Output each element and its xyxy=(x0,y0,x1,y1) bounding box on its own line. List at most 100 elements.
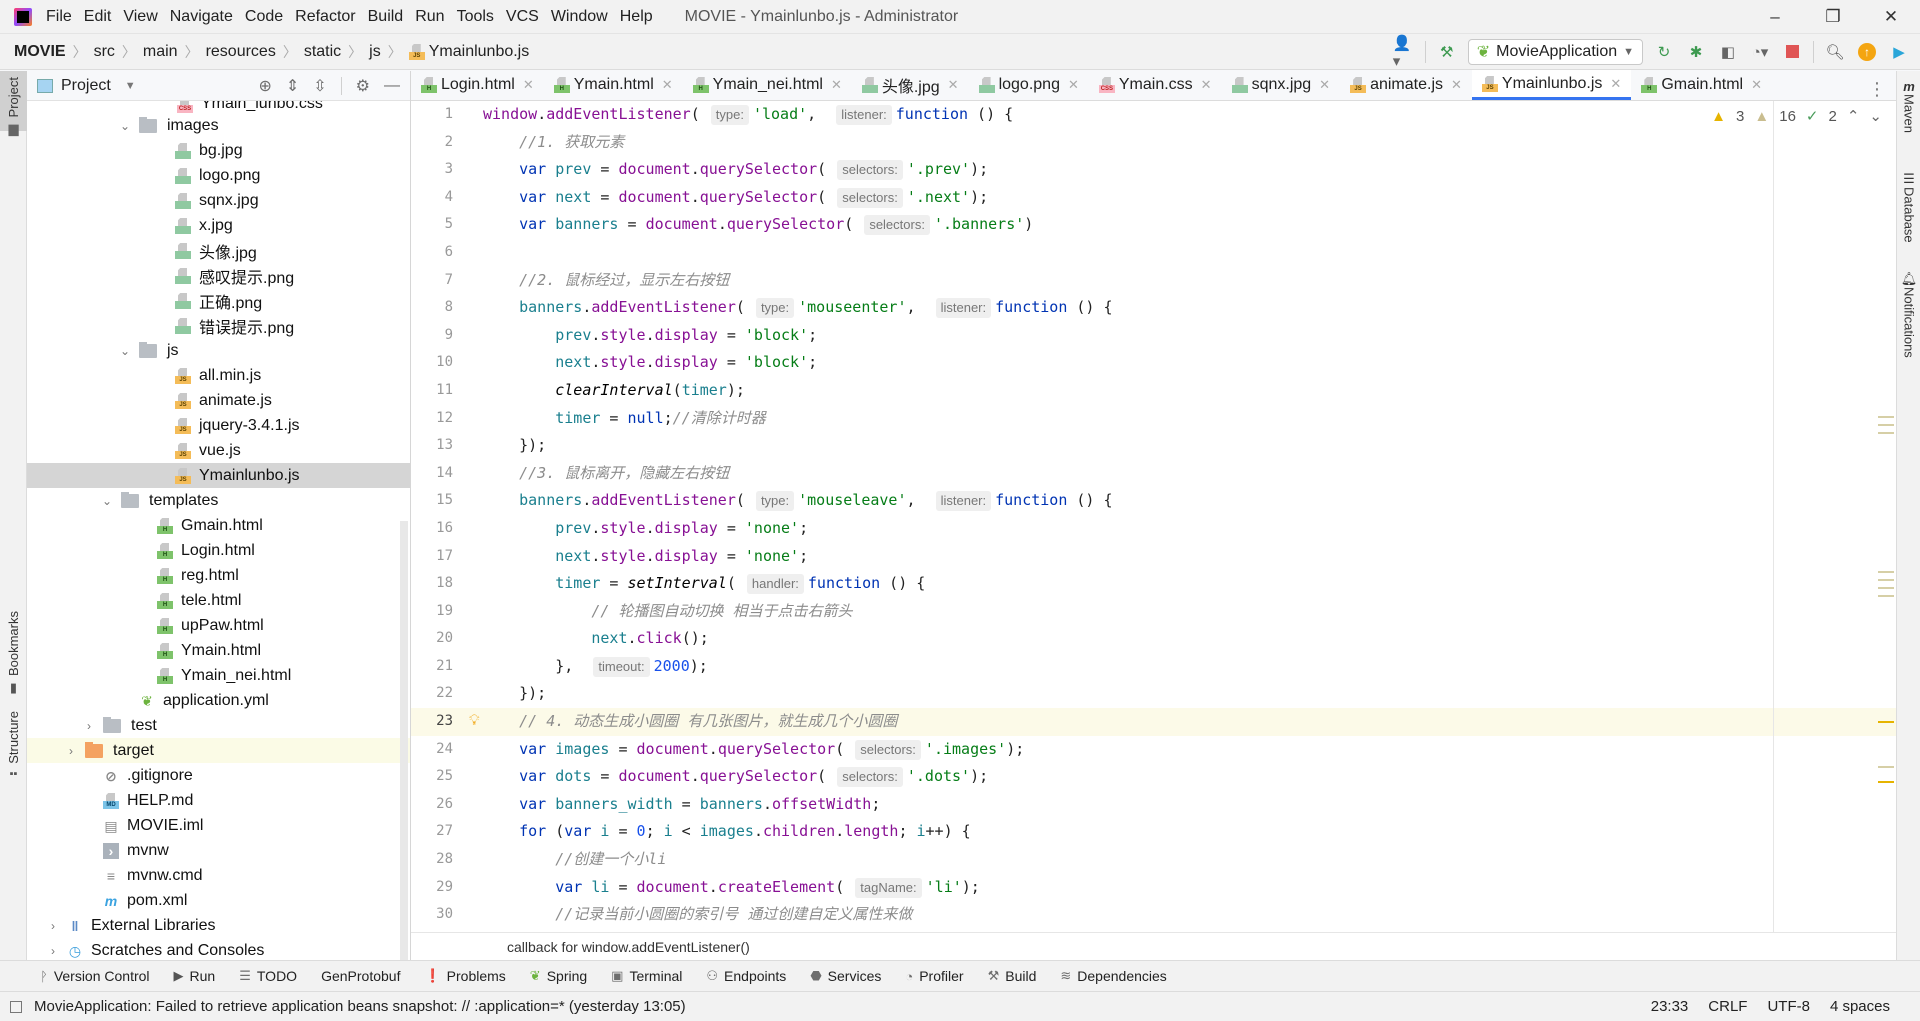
tool-window-profiler[interactable]: ◔ Profiler xyxy=(905,968,963,984)
gear-icon[interactable]: ⚙ xyxy=(356,76,370,96)
code-line[interactable]: var banners_width = banners.offsetWidth; xyxy=(483,791,1896,819)
menu-navigate[interactable]: Navigate xyxy=(170,8,233,26)
code-line[interactable]: window.addEventListener( type:'load', li… xyxy=(483,101,1896,129)
tree-file[interactable]: 正确.png xyxy=(27,288,410,313)
tool-window-build[interactable]: ⚒ Build xyxy=(988,968,1037,984)
expand-all-icon[interactable]: ⇕ xyxy=(286,76,299,96)
line-number[interactable]: 26 xyxy=(411,791,483,819)
code-line[interactable]: prev.style.display = 'block'; xyxy=(483,322,1896,350)
tree-file[interactable]: › mvnw xyxy=(27,838,410,863)
tool-window-dependencies[interactable]: ≋ Dependencies xyxy=(1060,968,1166,984)
tool-window-problems[interactable]: ❗ Problems xyxy=(424,968,505,984)
close-tab-icon[interactable]: ✕ xyxy=(523,77,534,93)
stripe-mark[interactable] xyxy=(1878,424,1894,426)
tool-window-todo[interactable]: ☰ TODO xyxy=(239,968,297,984)
build-hammer-icon[interactable]: ⚒ xyxy=(1436,41,1458,63)
file-encoding[interactable]: UTF-8 xyxy=(1767,998,1810,1015)
code-line[interactable]: var dots = document.querySelector( selec… xyxy=(483,763,1896,791)
chevron-down-icon[interactable]: ⌄ xyxy=(117,119,133,133)
menu-window[interactable]: Window xyxy=(551,8,608,26)
line-number[interactable]: 18 xyxy=(411,570,483,598)
menu-refactor[interactable]: Refactor xyxy=(295,8,355,26)
tree-file[interactable]: Hreg.html xyxy=(27,563,410,588)
code-line[interactable]: //创建一个小li xyxy=(483,846,1896,874)
tree-file[interactable]: x.jpg xyxy=(27,213,410,238)
tree-file[interactable]: bg.jpg xyxy=(27,138,410,163)
caret-position[interactable]: 23:33 xyxy=(1651,998,1689,1015)
maven-tool-tab[interactable]: m Maven xyxy=(1897,79,1920,133)
tree-file[interactable]: JS jquery-3.4.1.js xyxy=(27,413,410,438)
line-number[interactable]: 11 xyxy=(411,377,483,405)
tree-file[interactable]: JS all.min.js xyxy=(27,363,410,388)
line-separator[interactable]: CRLF xyxy=(1708,998,1747,1015)
line-number[interactable]: 6 xyxy=(411,239,483,267)
tree-folder[interactable]: ⌄ images xyxy=(27,113,410,138)
tool-window-services[interactable]: ⬣ Services xyxy=(810,968,881,984)
tree-file[interactable]: HupPaw.html xyxy=(27,613,410,638)
code-line[interactable]: clearInterval(timer); xyxy=(483,377,1896,405)
editor-tab[interactable]: CSS Ymain.css ✕ xyxy=(1089,70,1222,100)
code-line[interactable]: // 4. 动态生成小圆圈 有几张图片，就生成几个小圆圈 xyxy=(483,708,1896,736)
stripe-mark[interactable] xyxy=(1878,432,1894,434)
menu-help[interactable]: Help xyxy=(620,8,653,26)
user-icon[interactable]: 👤▾ xyxy=(1393,35,1415,70)
next-highlight-icon[interactable]: ⌄ xyxy=(1869,107,1882,125)
tree-file[interactable]: logo.png xyxy=(27,163,410,188)
tree-file[interactable]: JS Ymainlunbo.js xyxy=(27,463,410,488)
tree-file[interactable]: MD HELP.md xyxy=(27,788,410,813)
chevron-down-icon[interactable]: ▼ xyxy=(125,80,136,92)
minimize-button[interactable]: – xyxy=(1746,0,1804,34)
line-number[interactable]: 20 xyxy=(411,625,483,653)
editor-breadcrumb-item[interactable]: callback for window.addEventListener() xyxy=(507,939,750,955)
line-number[interactable]: 8 xyxy=(411,294,483,322)
stripe-mark[interactable] xyxy=(1878,595,1894,597)
close-tab-icon[interactable]: ✕ xyxy=(1319,77,1330,93)
line-number[interactable]: 27 xyxy=(411,818,483,846)
breadcrumb-item[interactable]: MOVIE xyxy=(14,43,66,61)
stripe-mark[interactable] xyxy=(1878,571,1894,573)
stripe-mark[interactable] xyxy=(1878,579,1894,581)
chevron-right-icon[interactable]: › xyxy=(63,744,79,758)
editor-tab[interactable]: H Ymain_nei.html ✕ xyxy=(683,70,852,100)
notifications-tool-tab[interactable]: 🔔︎ Notifications xyxy=(1897,271,1920,358)
close-tab-icon[interactable]: ✕ xyxy=(1201,77,1212,93)
code-line[interactable]: //1. 获取元素 xyxy=(483,129,1896,157)
tree-file[interactable]: › ǁ External Libraries xyxy=(27,913,410,938)
code-line[interactable]: timer = setInterval( handler: function ()… xyxy=(483,570,1896,598)
profile-icon[interactable]: ◔▾ xyxy=(1749,41,1771,63)
tree-file[interactable]: sqnx.jpg xyxy=(27,188,410,213)
tree-file[interactable]: 头像.jpg xyxy=(27,238,410,263)
line-number[interactable]: 29 xyxy=(411,874,483,902)
stripe-mark[interactable] xyxy=(1878,587,1894,589)
restore-button[interactable]: ❐ xyxy=(1804,0,1862,34)
locate-icon[interactable]: ⊕ xyxy=(258,76,271,96)
line-number[interactable]: 10 xyxy=(411,349,483,377)
tool-window-endpoints[interactable]: ⚇ Endpoints xyxy=(706,968,786,984)
code-line[interactable]: //2. 鼠标经过，显示左右按钮 xyxy=(483,267,1896,295)
line-number[interactable]: 30 xyxy=(411,901,483,929)
tree-file[interactable]: H Gmain.html xyxy=(27,513,410,538)
chevron-right-icon[interactable]: › xyxy=(45,944,61,958)
editor-tab[interactable]: logo.png ✕ xyxy=(969,70,1089,100)
tree-file[interactable]: › ◷ Scratches and Consoles xyxy=(27,938,410,960)
stripe-mark[interactable] xyxy=(1878,781,1894,783)
debug-icon[interactable]: ✱ xyxy=(1685,41,1707,63)
code-line[interactable]: next.style.display = 'none'; xyxy=(483,543,1896,571)
line-number[interactable]: 24 xyxy=(411,736,483,764)
close-tab-icon[interactable]: ✕ xyxy=(662,77,673,93)
tool-window-terminal[interactable]: ▣ Terminal xyxy=(611,968,682,984)
tree-file[interactable]: ≡ mvnw.cmd xyxy=(27,863,410,888)
line-number[interactable]: 16 xyxy=(411,515,483,543)
coverage-icon[interactable]: ◧ xyxy=(1717,41,1739,63)
line-number[interactable]: 4 xyxy=(411,184,483,212)
tree-file[interactable]: JS animate.js xyxy=(27,388,410,413)
tree-file[interactable]: H Ymain_nei.html xyxy=(27,663,410,688)
line-number[interactable]: 12 xyxy=(411,405,483,433)
editor-tab[interactable]: H Login.html ✕ xyxy=(411,70,544,100)
close-tab-icon[interactable]: ✕ xyxy=(1610,76,1621,92)
tree-file[interactable]: H Login.html xyxy=(27,538,410,563)
code-line[interactable]: banners.addEventListener( type:'mouselea… xyxy=(483,487,1896,515)
breadcrumb-item[interactable]: static xyxy=(304,43,341,61)
bookmarks-tool-tab[interactable]: Bookmarks ▮ xyxy=(0,611,27,701)
tree-folder[interactable]: ⌄ templates xyxy=(27,488,410,513)
